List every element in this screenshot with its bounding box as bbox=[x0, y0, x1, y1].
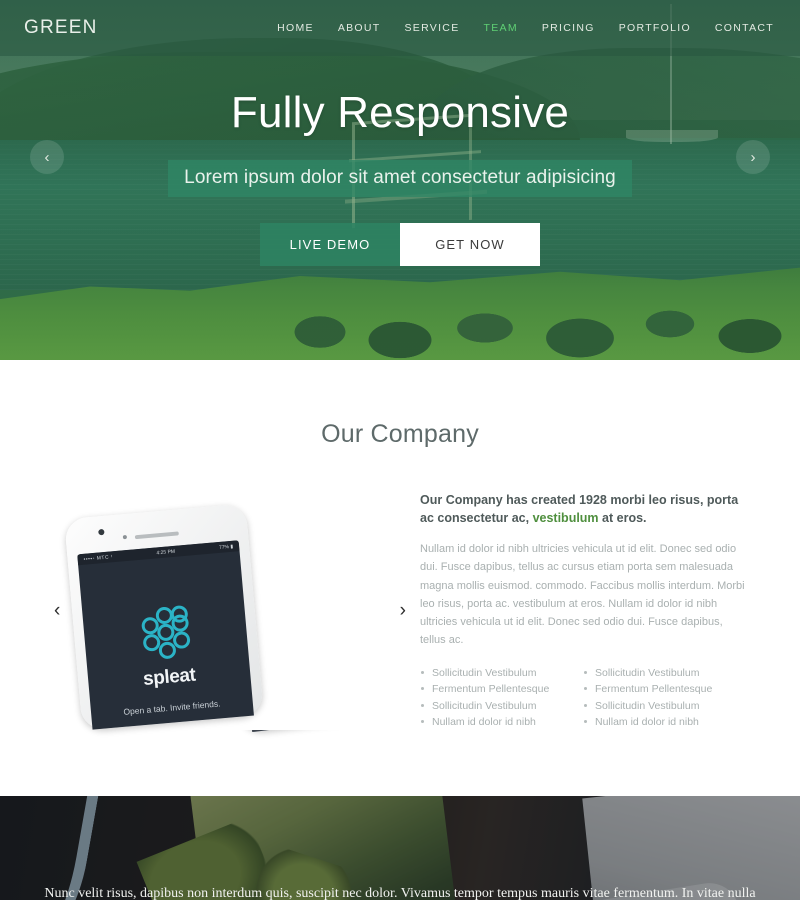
hero-subtitle: Lorem ipsum dolor sit amet consectetur a… bbox=[168, 160, 632, 197]
list-item: Nullam id dolor id nibh bbox=[583, 714, 746, 730]
battery-label: 77% ▮ bbox=[218, 543, 234, 551]
hero-next-slide-button[interactable]: › bbox=[736, 140, 770, 174]
status-time: 4:25 PM bbox=[305, 536, 326, 545]
company-content-row: ‹ ••• MTC ᵗ 4:25 PM 77% ▮ Si bbox=[0, 488, 800, 734]
list-item: Sollicitudin Vestibulum bbox=[420, 665, 583, 681]
earpiece-speaker bbox=[134, 531, 179, 540]
list-item: Fermentum Pellentesque bbox=[420, 681, 583, 697]
list-item: Sollicitudin Vestibulum bbox=[420, 698, 583, 714]
sensor-icon bbox=[274, 524, 279, 529]
site-header: GREEN HOME ABOUT SERVICE TEAM PRICING PO… bbox=[0, 0, 800, 56]
nav-item-service[interactable]: SERVICE bbox=[404, 22, 459, 34]
company-feature-lists: Sollicitudin Vestibulum Fermentum Pellen… bbox=[420, 665, 746, 730]
front-camera-icon bbox=[249, 519, 257, 526]
list-item: Sollicitudin Vestibulum bbox=[583, 665, 746, 681]
nav-item-about[interactable]: ABOUT bbox=[338, 22, 381, 34]
lead-highlight-text: vestibulum bbox=[532, 511, 599, 526]
lead-post-text: at eros. bbox=[598, 511, 647, 526]
chevron-right-icon: › bbox=[750, 148, 756, 166]
earpiece-speaker bbox=[286, 519, 331, 529]
status-time: 4:25 PM bbox=[156, 548, 176, 556]
main-navigation: HOME ABOUT SERVICE TEAM PRICING PORTFOLI… bbox=[277, 22, 774, 34]
hero-button-group: LIVE DEMO GET NOW bbox=[260, 223, 540, 266]
company-text-column: Our Company has created 1928 morbi leo r… bbox=[396, 491, 746, 730]
spleat-app-name: spleat bbox=[142, 664, 197, 690]
list-item: Sollicitudin Vestibulum bbox=[583, 698, 746, 714]
chevron-left-icon: ‹ bbox=[44, 148, 50, 166]
nav-item-portfolio[interactable]: PORTFOLIO bbox=[619, 22, 691, 34]
phone-slider: ‹ ••• MTC ᵗ 4:25 PM 77% ▮ Si bbox=[26, 488, 423, 734]
battery-label: 77% ▮ bbox=[370, 528, 386, 537]
sign-in-label: Sign In bbox=[283, 623, 362, 659]
hero-title: Fully Responsive bbox=[230, 88, 570, 137]
site-logo[interactable]: GREEN bbox=[24, 17, 98, 39]
section-title: Our Company bbox=[321, 420, 479, 448]
sensor-icon bbox=[122, 535, 128, 540]
phone-mockup-front: ••••◦ MTC ᵗ 4:25 PM 77% ▮ spleat Open a … bbox=[64, 503, 264, 731]
nav-item-pricing[interactable]: PRICING bbox=[542, 22, 595, 34]
list-item: Nullam id dolor id nibh bbox=[420, 714, 583, 730]
quote-banner-section: Nunc velit risus, dapibus non interdum q… bbox=[0, 796, 800, 900]
list-item: Fermentum Pellentesque bbox=[583, 681, 746, 697]
nav-item-home[interactable]: HOME bbox=[277, 22, 314, 34]
spleat-flower-logo-icon bbox=[137, 604, 193, 660]
hero-prev-slide-button[interactable]: ‹ bbox=[30, 140, 64, 174]
our-company-section: Our Company ‹ ••• MTC ᵗ 4:25 PM 77% ▮ bbox=[0, 360, 800, 734]
company-lead-text: Our Company has created 1928 morbi leo r… bbox=[420, 491, 746, 527]
screen-gradient bbox=[248, 684, 414, 733]
spleat-tagline: Open a tab. Invite friends. bbox=[123, 698, 221, 717]
get-now-button[interactable]: GET NOW bbox=[400, 223, 540, 266]
phone-screen-content-front: spleat Open a tab. Invite friends. bbox=[78, 551, 254, 729]
phone-screen-front: ••••◦ MTC ᵗ 4:25 PM 77% ▮ spleat Open a … bbox=[77, 540, 254, 730]
company-paragraph: Nullam id dolor id nibh ultricies vehicu… bbox=[420, 543, 745, 646]
banner-quote-text: Nunc velit risus, dapibus non interdum q… bbox=[44, 886, 756, 900]
chevron-right-icon: › bbox=[399, 599, 406, 621]
slider-prev-button[interactable]: ‹ bbox=[54, 600, 60, 622]
feature-list-left: Sollicitudin Vestibulum Fermentum Pellen… bbox=[420, 665, 583, 730]
hero-section: GREEN HOME ABOUT SERVICE TEAM PRICING PO… bbox=[0, 0, 800, 360]
feature-list-right: Sollicitudin Vestibulum Fermentum Pellen… bbox=[583, 665, 746, 730]
chevron-left-icon: ‹ bbox=[54, 599, 61, 621]
phone-status-bar: ••• MTC ᵗ 4:25 PM 77% ▮ bbox=[229, 525, 392, 557]
phone-mockups: ••• MTC ᵗ 4:25 PM 77% ▮ Sign In bbox=[64, 488, 423, 734]
slider-next-button[interactable]: › bbox=[400, 600, 406, 622]
front-camera-icon bbox=[98, 528, 105, 536]
nav-item-contact[interactable]: CONTACT bbox=[715, 22, 774, 34]
carrier-signal-label: ••••◦ MTC ᵗ bbox=[83, 553, 113, 563]
live-demo-button[interactable]: LIVE DEMO bbox=[260, 223, 400, 266]
nav-item-team[interactable]: TEAM bbox=[484, 22, 518, 34]
